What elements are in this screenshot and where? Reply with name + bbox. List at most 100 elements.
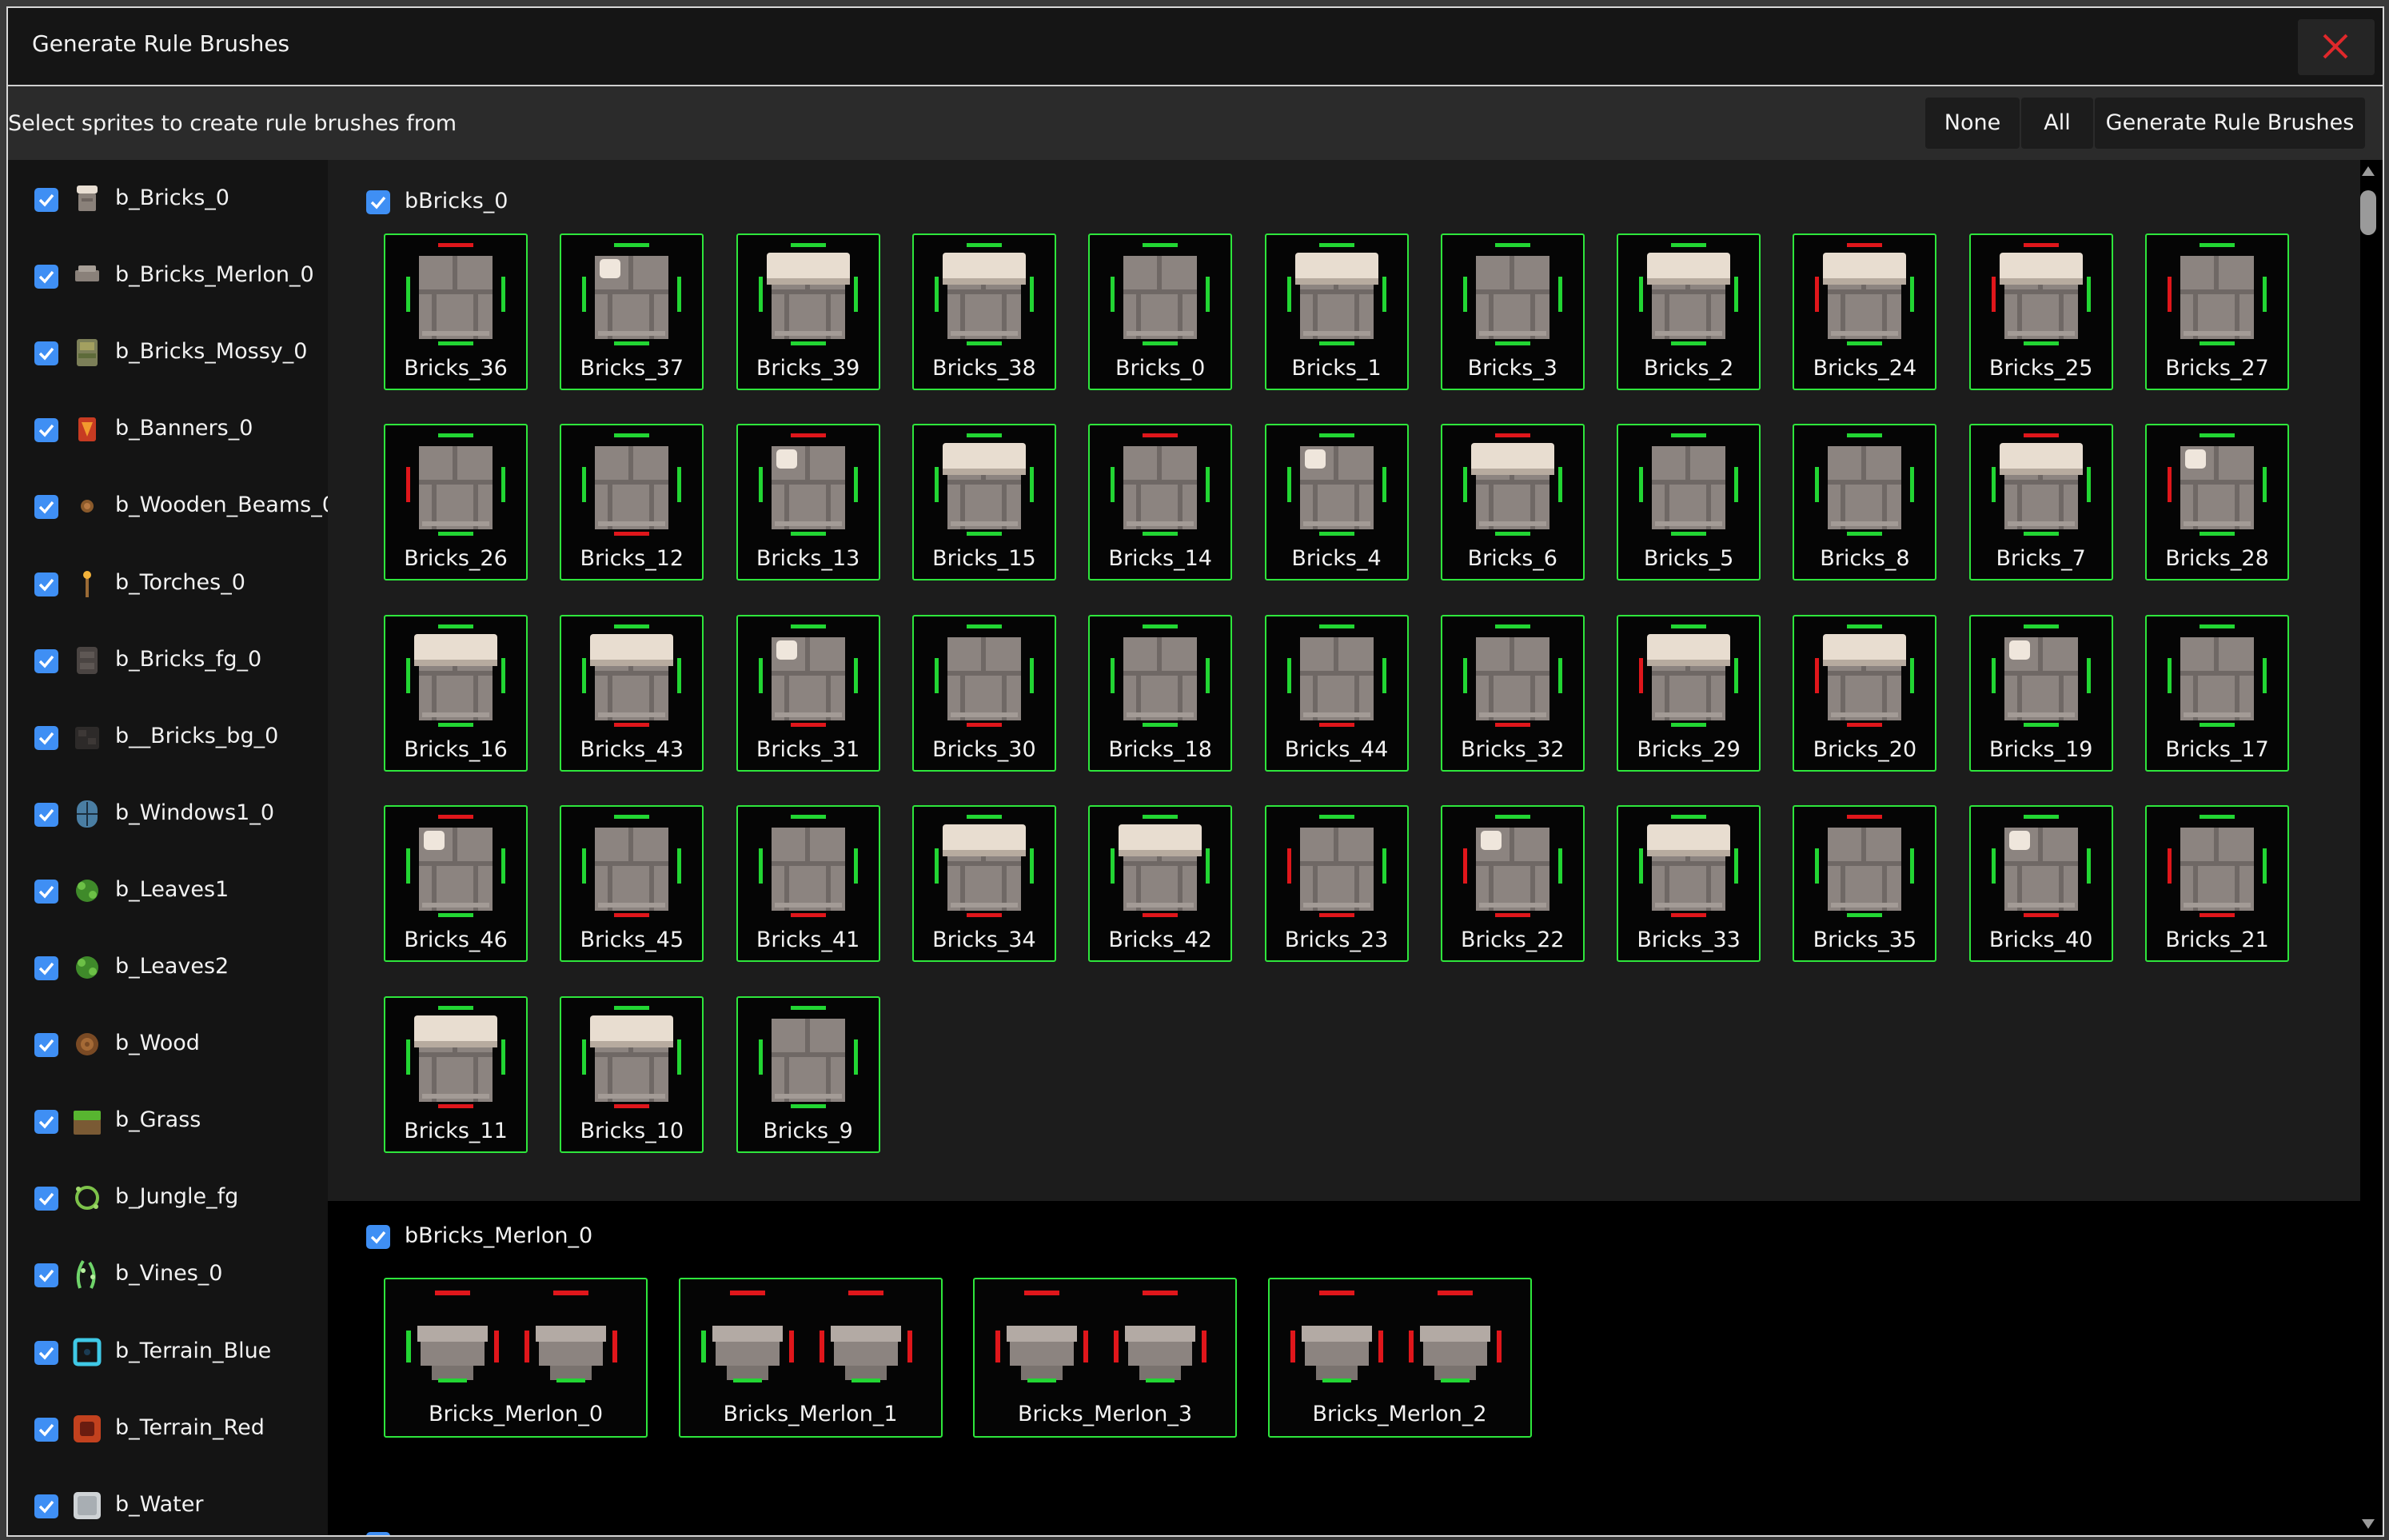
select-all-button[interactable]: All (2021, 98, 2093, 149)
sprite-tile[interactable]: Bricks_17 (2145, 614, 2289, 772)
sprite-tile[interactable]: Bricks_Merlon_3 (973, 1278, 1237, 1438)
sprite-checkbox[interactable] (34, 879, 58, 904)
sprite-tile[interactable]: Bricks_40 (1968, 805, 2113, 963)
next-section-checkbox[interactable] (366, 1532, 390, 1535)
sprite-list-item[interactable]: b_Vines_0 (8, 1237, 328, 1314)
sprite-tile[interactable]: Bricks_8 (1793, 424, 1937, 581)
sprite-tile[interactable]: Bricks_15 (911, 424, 1056, 581)
sprite-tile[interactable]: Bricks_14 (1088, 424, 1233, 581)
sprite-tile[interactable]: Bricks_5 (1617, 424, 1761, 581)
sprite-list-item[interactable]: b_Bricks_0 (8, 162, 328, 238)
sprite-tile[interactable]: Bricks_43 (560, 614, 704, 772)
sprite-checkbox[interactable] (34, 1110, 58, 1135)
sprite-list-item[interactable]: b_Terrain_Red (8, 1391, 328, 1468)
sprite-tile[interactable]: Bricks_33 (1617, 805, 1761, 963)
sprite-checkbox[interactable] (34, 188, 58, 212)
sprite-checkbox[interactable] (34, 725, 58, 750)
section-checkbox[interactable] (366, 190, 390, 214)
sprite-tile[interactable]: Bricks_Merlon_0 (384, 1278, 648, 1438)
sprite-tile[interactable]: Bricks_23 (1264, 805, 1409, 963)
sprite-checkbox[interactable] (34, 802, 58, 827)
sprite-list-item[interactable]: b_Jungle_fg (8, 1160, 328, 1237)
sprite-tile[interactable]: Bricks_21 (2145, 805, 2289, 963)
sprite-checkbox[interactable] (34, 1494, 58, 1518)
scroll-thumb[interactable] (2360, 190, 2376, 235)
sprite-checkbox[interactable] (34, 1033, 58, 1058)
sprite-list-item[interactable]: b_Terrain_Blue (8, 1315, 328, 1391)
sprite-list-item[interactable]: b_Torches_0 (8, 546, 328, 623)
sprite-list-item[interactable]: b_Bricks_fg_0 (8, 623, 328, 700)
sprite-tile[interactable]: Bricks_44 (1264, 614, 1409, 772)
sprite-tile[interactable]: Bricks_19 (1968, 614, 2113, 772)
sprite-tile[interactable]: Bricks_0 (1088, 233, 1233, 390)
sprite-tile[interactable]: Bricks_38 (911, 233, 1056, 390)
sprite-checkbox[interactable] (34, 341, 58, 366)
sprite-checkbox[interactable] (34, 418, 58, 443)
sprite-list-item[interactable]: b_Water (8, 1468, 328, 1535)
sprite-tile[interactable]: Bricks_26 (384, 424, 528, 581)
sprite-tile[interactable]: Bricks_24 (1793, 233, 1937, 390)
sprite-tile[interactable]: Bricks_16 (384, 614, 528, 772)
sprite-tile[interactable]: Bricks_27 (2145, 233, 2289, 390)
sprite-tile[interactable]: Bricks_22 (1440, 805, 1585, 963)
sprite-tile[interactable]: Bricks_7 (1968, 424, 2113, 581)
sprite-preview-area[interactable]: bBricks_0 Bricks_36 Bricks_37 Bricks_39 Bric… (328, 160, 2383, 1535)
sprite-tile[interactable]: Bricks_41 (736, 805, 880, 963)
sprite-tile[interactable]: Bricks_36 (384, 233, 528, 390)
sprite-checkbox[interactable] (34, 495, 58, 520)
sprite-list-item[interactable]: b_Bricks_Merlon_0 (8, 238, 328, 315)
sprite-tile[interactable]: Bricks_39 (736, 233, 880, 390)
sprite-tile[interactable]: Bricks_10 (560, 995, 704, 1153)
sprite-tile[interactable]: Bricks_30 (911, 614, 1056, 772)
sprite-tile[interactable]: Bricks_46 (384, 805, 528, 963)
sprite-list-item[interactable]: b_Windows1_0 (8, 776, 328, 853)
sprite-checkbox[interactable] (34, 956, 58, 980)
sprite-list-item[interactable]: b_Wood (8, 1007, 328, 1083)
sprite-tile[interactable]: Bricks_37 (560, 233, 704, 390)
sprite-tile[interactable]: Bricks_9 (736, 995, 880, 1153)
close-button[interactable] (2298, 19, 2375, 75)
sprite-checkbox[interactable] (34, 1263, 58, 1288)
sprite-tile[interactable]: Bricks_34 (911, 805, 1056, 963)
section-checkbox[interactable] (366, 1225, 390, 1249)
sprite-tile[interactable]: Bricks_13 (736, 424, 880, 581)
select-none-button[interactable]: None (1925, 98, 2020, 149)
sprite-checkbox[interactable] (34, 1187, 58, 1211)
sprite-list-item[interactable]: b_Leaves1 (8, 853, 328, 930)
sprite-tile[interactable]: Bricks_3 (1440, 233, 1585, 390)
sprite-tile[interactable]: Bricks_Merlon_1 (678, 1278, 943, 1438)
generate-rule-brushes-button[interactable]: Generate Rule Brushes (2095, 98, 2365, 149)
sprite-list-item[interactable]: b_Grass (8, 1083, 328, 1160)
sprite-tile[interactable]: Bricks_4 (1264, 424, 1409, 581)
sprite-checkbox[interactable] (34, 1417, 58, 1442)
sprite-list-item[interactable]: b_Bricks_Mossy_0 (8, 315, 328, 392)
vertical-scrollbar[interactable] (2360, 160, 2376, 1535)
sprite-tile[interactable]: Bricks_6 (1440, 424, 1585, 581)
sprite-list-item[interactable]: b_Banners_0 (8, 392, 328, 469)
sprite-tile[interactable]: Bricks_29 (1617, 614, 1761, 772)
sprite-tile[interactable]: Bricks_28 (2145, 424, 2289, 581)
sprite-tile[interactable]: Bricks_11 (384, 995, 528, 1153)
sprite-tile[interactable]: Bricks_20 (1793, 614, 1937, 772)
sprite-tile[interactable]: Bricks_2 (1617, 233, 1761, 390)
sprite-tile[interactable]: Bricks_18 (1088, 614, 1233, 772)
sprite-list-item[interactable]: b_Wooden_Beams_0 (8, 469, 336, 545)
sprite-tile[interactable]: Bricks_1 (1264, 233, 1409, 390)
sprite-sheet-list[interactable]: b_Bricks_0 b_Bricks_Merlon_0 b_Bricks_Moss… (8, 160, 336, 1535)
sprite-list-item[interactable]: b__Bricks_bg_0 (8, 700, 328, 776)
sprite-tile[interactable]: Bricks_Merlon_2 (1267, 1278, 1532, 1438)
sprite-tile[interactable]: Bricks_25 (1968, 233, 2113, 390)
sprite-list-item[interactable]: b_Leaves2 (8, 930, 328, 1007)
sprite-checkbox[interactable] (34, 1340, 58, 1365)
sprite-tile[interactable]: Bricks_42 (1088, 805, 1233, 963)
sprite-checkbox[interactable] (34, 265, 58, 289)
sprite-checkbox[interactable] (34, 648, 58, 673)
sprite-tile[interactable]: Bricks_35 (1793, 805, 1937, 963)
scroll-up-icon[interactable] (2362, 166, 2375, 176)
sprite-tile[interactable]: Bricks_12 (560, 424, 704, 581)
sprite-tile[interactable]: Bricks_32 (1440, 614, 1585, 772)
sprite-checkbox[interactable] (34, 572, 58, 596)
scroll-down-icon[interactable] (2362, 1519, 2375, 1529)
sprite-tile[interactable]: Bricks_45 (560, 805, 704, 963)
sprite-tile[interactable]: Bricks_31 (736, 614, 880, 772)
